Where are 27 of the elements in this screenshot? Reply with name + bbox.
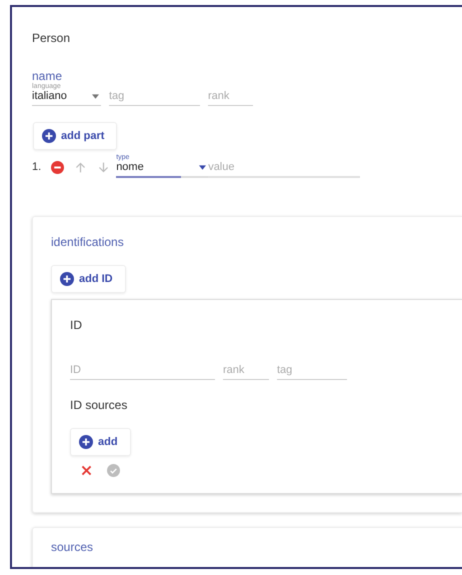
select-value: nome	[116, 161, 144, 173]
section-heading: name	[32, 69, 64, 83]
plus-circle-icon	[60, 272, 74, 286]
section-heading: sources	[51, 540, 94, 554]
arrow-up-icon[interactable]	[74, 161, 88, 174]
plus-circle-icon	[79, 435, 93, 449]
rank-field[interactable]: rank	[223, 362, 269, 380]
dropdown-caret-icon	[199, 164, 206, 170]
arrow-down-icon[interactable]	[97, 161, 110, 174]
add-part-button[interactable]: add part	[33, 122, 118, 150]
part-number: 1.	[32, 161, 42, 175]
section-heading: identifications	[51, 235, 125, 249]
tag-field[interactable]: tag	[277, 362, 347, 380]
rank-field[interactable]: rank	[208, 88, 253, 106]
add-button[interactable]: add	[70, 428, 131, 456]
value-field[interactable]: value	[208, 159, 360, 178]
card-heading: ID	[70, 318, 83, 332]
dropdown-caret-icon	[92, 94, 99, 98]
remove-icon[interactable]	[51, 161, 64, 174]
plus-circle-icon	[42, 129, 56, 143]
tag-field[interactable]: tag	[109, 88, 200, 106]
form-title: Person	[32, 31, 72, 45]
close-icon[interactable]	[80, 464, 93, 477]
add-id-button[interactable]: add ID	[51, 265, 126, 293]
select-value: italiano	[32, 90, 67, 102]
id-field[interactable]: ID	[70, 362, 215, 380]
subsection-heading: ID sources	[70, 398, 128, 412]
